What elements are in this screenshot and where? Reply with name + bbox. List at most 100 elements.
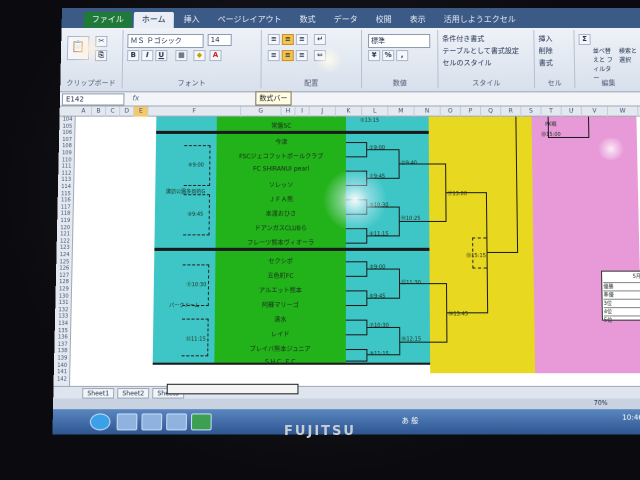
- tab-addin[interactable]: 活用しようエクセル: [436, 12, 524, 28]
- column-header-Q[interactable]: Q: [480, 106, 502, 117]
- row-header-118[interactable]: 118: [57, 211, 73, 217]
- cell-styles-button[interactable]: セルのスタイル: [442, 58, 491, 68]
- row-header-107[interactable]: 107: [59, 137, 75, 143]
- column-header-V[interactable]: V: [581, 106, 609, 117]
- italic-button[interactable]: I: [141, 50, 154, 62]
- column-header-L[interactable]: L: [362, 106, 389, 117]
- underline-button[interactable]: U: [155, 50, 168, 62]
- name-box[interactable]: E142: [61, 93, 125, 106]
- row-header-142[interactable]: 142: [54, 376, 71, 382]
- sheet-tab-1[interactable]: Sheet1: [82, 387, 115, 399]
- bold-button[interactable]: B: [127, 50, 140, 62]
- row-header-111[interactable]: 111: [58, 164, 74, 170]
- row-header-137[interactable]: 137: [54, 341, 71, 347]
- column-header-O[interactable]: O: [440, 106, 461, 117]
- align-bottom-icon[interactable]: ≡: [295, 33, 308, 46]
- column-header-A[interactable]: A: [75, 106, 93, 117]
- tab-home[interactable]: ホーム: [133, 11, 174, 28]
- copy-icon[interactable]: ⎘: [94, 50, 108, 62]
- row-header-122[interactable]: 122: [57, 238, 73, 244]
- tab-review[interactable]: 校閲: [368, 12, 400, 28]
- row-header-114[interactable]: 114: [58, 184, 74, 190]
- cut-icon[interactable]: ✂: [95, 35, 108, 48]
- zoom-level[interactable]: 70%: [594, 400, 608, 407]
- row-header-119[interactable]: 119: [57, 218, 73, 224]
- row-header-112[interactable]: 112: [58, 170, 74, 176]
- row-header-136[interactable]: 136: [55, 334, 72, 340]
- row-header-116[interactable]: 116: [58, 197, 74, 203]
- insert-cells-button[interactable]: 挿入: [538, 34, 552, 44]
- tab-file[interactable]: ファイル: [83, 11, 132, 28]
- column-header-G[interactable]: G: [241, 106, 282, 117]
- column-header-D[interactable]: D: [120, 106, 135, 117]
- column-header-W[interactable]: W: [607, 106, 639, 117]
- row-header-115[interactable]: 115: [58, 191, 74, 197]
- row-header-124[interactable]: 124: [56, 252, 72, 258]
- row-header-120[interactable]: 120: [57, 225, 73, 231]
- row-header-133[interactable]: 133: [55, 314, 72, 320]
- row-header-121[interactable]: 121: [57, 231, 73, 237]
- row-header-105[interactable]: 105: [59, 123, 75, 129]
- currency-icon[interactable]: ¥: [368, 50, 381, 62]
- font-color-icon[interactable]: A: [209, 50, 222, 62]
- row-header-123[interactable]: 123: [57, 245, 73, 251]
- row-header-113[interactable]: 113: [58, 177, 74, 183]
- column-header-R[interactable]: R: [501, 106, 522, 117]
- column-header-F[interactable]: F: [148, 106, 242, 117]
- row-header-126[interactable]: 126: [56, 266, 72, 272]
- row-header-134[interactable]: 134: [55, 321, 72, 327]
- row-header-140[interactable]: 140: [54, 362, 71, 368]
- row-header-125[interactable]: 125: [56, 259, 72, 265]
- tab-data[interactable]: データ: [326, 12, 366, 28]
- format-as-table-button[interactable]: テーブルとして書式設定: [442, 46, 519, 56]
- align-top-icon[interactable]: ≡: [267, 33, 280, 46]
- conditional-format-button[interactable]: 条件付き書式: [442, 34, 484, 44]
- border-icon[interactable]: ▦: [175, 50, 188, 62]
- row-header-104[interactable]: 104: [59, 117, 75, 123]
- row-header-130[interactable]: 130: [55, 293, 71, 299]
- comma-icon[interactable]: ,: [396, 50, 409, 62]
- align-middle-icon[interactable]: ≡: [281, 33, 294, 46]
- sheet-tab-2[interactable]: Sheet2: [117, 387, 150, 399]
- clock[interactable]: 10:46: [622, 413, 640, 421]
- row-header-109[interactable]: 109: [59, 150, 75, 156]
- tab-page-layout[interactable]: ページレイアウト: [210, 12, 290, 28]
- column-header-T[interactable]: T: [541, 106, 562, 117]
- row-header-129[interactable]: 129: [56, 286, 72, 292]
- fill-color-icon[interactable]: ◆: [193, 50, 206, 62]
- column-header-C[interactable]: C: [105, 106, 121, 117]
- find-select-button[interactable]: 検索と 選択: [619, 46, 639, 64]
- autosum-icon[interactable]: Σ: [578, 33, 591, 46]
- paste-icon[interactable]: 📋: [66, 35, 90, 61]
- column-header-N[interactable]: N: [414, 106, 441, 117]
- row-header-106[interactable]: 106: [59, 130, 75, 136]
- column-header-U[interactable]: U: [561, 106, 582, 117]
- merge-icon[interactable]: ⇔: [313, 50, 326, 62]
- fx-icon[interactable]: fx: [132, 94, 139, 102]
- align-center-icon[interactable]: ≡: [281, 50, 294, 62]
- column-header-E[interactable]: E: [134, 106, 149, 117]
- sort-filter-button[interactable]: 並べ替えと フィルター: [593, 46, 616, 82]
- font-name-select[interactable]: ＭＳ Ｐゴシック: [127, 33, 204, 49]
- number-format-select[interactable]: 標準: [368, 33, 431, 49]
- align-right-icon[interactable]: ≡: [295, 50, 308, 62]
- column-header-B[interactable]: B: [91, 106, 107, 117]
- row-header-127[interactable]: 127: [56, 272, 72, 278]
- column-header-J[interactable]: J: [309, 106, 336, 117]
- column-header-M[interactable]: M: [388, 106, 415, 117]
- row-header-131[interactable]: 131: [55, 300, 72, 306]
- tab-view[interactable]: 表示: [402, 12, 434, 28]
- row-header-138[interactable]: 138: [54, 348, 71, 354]
- row-header-135[interactable]: 135: [55, 328, 72, 334]
- column-header-H[interactable]: H: [281, 106, 296, 117]
- row-header-139[interactable]: 139: [54, 355, 71, 361]
- font-size-select[interactable]: 14: [207, 33, 232, 47]
- column-header-I[interactable]: I: [295, 106, 310, 117]
- worksheet[interactable]: 常盤SC ①13:15 PK戦 ⑳15:00 諏訪公園多目的G パークドーム 今…: [69, 116, 640, 386]
- column-header-P[interactable]: P: [460, 106, 482, 117]
- format-cells-button[interactable]: 書式: [539, 58, 553, 68]
- column-header-K[interactable]: K: [335, 106, 363, 117]
- align-left-icon[interactable]: ≡: [267, 50, 280, 62]
- row-header-128[interactable]: 128: [56, 279, 72, 285]
- tab-insert[interactable]: 挿入: [175, 12, 207, 28]
